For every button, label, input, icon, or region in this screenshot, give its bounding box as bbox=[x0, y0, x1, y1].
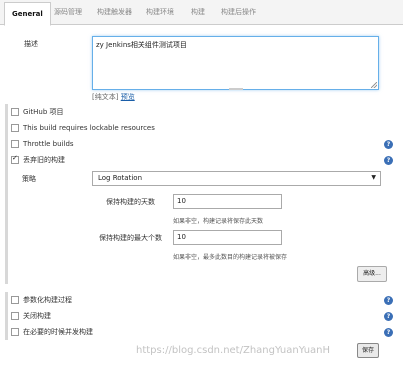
save-button[interactable]: 保存 bbox=[357, 343, 379, 358]
throttle-builds-option[interactable]: Throttle builds bbox=[11, 138, 74, 150]
lockable-resources-label: This build requires lockable resources bbox=[23, 124, 155, 132]
throttle-builds-checkbox[interactable] bbox=[11, 140, 19, 148]
preview-link[interactable]: 预览 bbox=[121, 93, 135, 101]
strategy-label: 策略 bbox=[22, 175, 36, 183]
max-builds-hint: 如果非空，最多此数目的构建记录将被保存 bbox=[173, 254, 288, 261]
tab-build-triggers[interactable]: 构建触发器 bbox=[97, 0, 132, 24]
discard-help-icon[interactable]: ? bbox=[384, 156, 393, 165]
description-links: [纯文本] 预览 bbox=[92, 92, 135, 102]
concurrent-build-checkbox[interactable] bbox=[11, 328, 19, 336]
discard-old-builds-label: 丢弃旧的构建 bbox=[23, 156, 65, 164]
section-gutter bbox=[5, 104, 8, 284]
github-project-option[interactable]: GitHub 项目 bbox=[11, 106, 63, 118]
tab-post-build[interactable]: 构建后操作 bbox=[221, 0, 256, 24]
advanced-button[interactable]: 高级... bbox=[357, 266, 387, 282]
dropdown-arrow-icon: ▼ bbox=[371, 174, 376, 181]
tab-bar: General 源码管理 构建触发器 构建环境 构建 构建后操作 bbox=[0, 0, 403, 26]
resize-grip-icon[interactable] bbox=[371, 82, 377, 88]
discard-old-builds-option[interactable]: 丢弃旧的构建 bbox=[11, 154, 65, 166]
concurrent-build-label: 在必要的时候并发构建 bbox=[23, 328, 93, 336]
days-to-keep-hint: 如果非空，构建记录将保存此天数 bbox=[173, 218, 264, 225]
days-to-keep-value: 10 bbox=[177, 197, 186, 205]
description-textarea[interactable]: zy Jenkins相关组件测试项目 bbox=[92, 36, 379, 90]
discard-old-builds-checkbox[interactable] bbox=[11, 154, 19, 164]
tab-source-control[interactable]: 源码管理 bbox=[54, 0, 82, 24]
throttle-builds-label: Throttle builds bbox=[23, 140, 74, 148]
days-to-keep-label: 保持构建的天数 bbox=[106, 198, 155, 206]
tab-build[interactable]: 构建 bbox=[191, 0, 205, 24]
description-value: zy Jenkins相关组件测试项目 bbox=[96, 41, 187, 49]
lockable-resources-option[interactable]: This build requires lockable resources bbox=[11, 122, 155, 134]
concurrent-help-icon[interactable]: ? bbox=[384, 328, 393, 337]
description-label: 描述 bbox=[24, 40, 38, 48]
strategy-select[interactable]: Log Rotation ▼ bbox=[92, 171, 381, 186]
disable-build-option[interactable]: 关闭构建 bbox=[11, 310, 51, 322]
lockable-resources-checkbox[interactable] bbox=[11, 124, 19, 132]
watermark: https://blog.csdn.net/ZhangYuanYuanH bbox=[136, 345, 331, 356]
max-builds-value: 10 bbox=[177, 233, 186, 241]
parameterized-help-icon[interactable]: ? bbox=[384, 296, 393, 305]
throttle-help-icon[interactable]: ? bbox=[384, 140, 393, 149]
max-builds-label: 保持构建的最大个数 bbox=[99, 234, 162, 242]
tab-general[interactable]: General bbox=[4, 2, 51, 26]
disable-build-checkbox[interactable] bbox=[11, 312, 19, 320]
concurrent-build-option[interactable]: 在必要的时候并发构建 bbox=[11, 326, 93, 338]
strategy-selected: Log Rotation bbox=[98, 174, 143, 182]
plain-text-link[interactable]: [纯文本] bbox=[92, 93, 118, 101]
disable-help-icon[interactable]: ? bbox=[384, 312, 393, 321]
github-project-checkbox[interactable] bbox=[11, 108, 19, 116]
parameterized-option[interactable]: 参数化构建过程 bbox=[11, 294, 72, 306]
parameterized-label: 参数化构建过程 bbox=[23, 296, 72, 304]
section-gutter-lower bbox=[5, 292, 8, 340]
textarea-scrollbar[interactable] bbox=[229, 88, 243, 90]
days-to-keep-input[interactable]: 10 bbox=[173, 194, 282, 209]
tab-build-environment[interactable]: 构建环境 bbox=[146, 0, 174, 24]
parameterized-checkbox[interactable] bbox=[11, 296, 19, 304]
max-builds-input[interactable]: 10 bbox=[173, 230, 282, 245]
github-project-label: GitHub 项目 bbox=[23, 108, 64, 116]
disable-build-label: 关闭构建 bbox=[23, 312, 51, 320]
